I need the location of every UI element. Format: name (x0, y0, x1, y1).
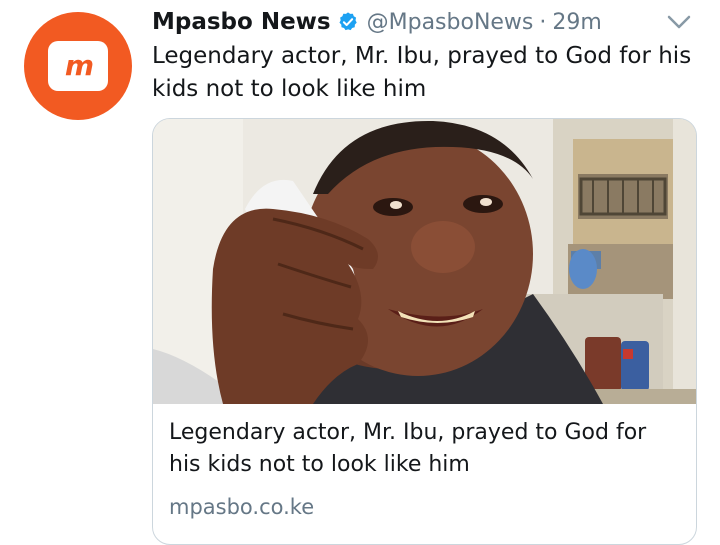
timestamp[interactable]: 29m (552, 10, 601, 35)
verified-badge-icon (339, 12, 357, 31)
card-title[interactable]: Legendary actor, Mr. Ibu, prayed to God … (169, 417, 679, 481)
chevron-down-icon[interactable] (666, 12, 692, 32)
logo-text: m (64, 49, 94, 82)
card-image[interactable] (153, 119, 696, 404)
display-name[interactable]: Mpasbo News (152, 9, 331, 35)
card-link[interactable]: mpasbo.co.ke (169, 495, 314, 519)
tweet-header: Mpasbo News @MpasboNews · 29m (152, 6, 602, 38)
logo-mark: m (48, 41, 108, 91)
avatar[interactable]: m (24, 12, 132, 120)
separator-dot: · (539, 9, 547, 35)
link-card[interactable]: Legendary actor, Mr. Ibu, prayed to God … (152, 118, 697, 545)
tweet-text: Legendary actor, Mr. Ibu, prayed to God … (152, 43, 692, 102)
user-handle[interactable]: @MpasboNews (367, 10, 534, 35)
